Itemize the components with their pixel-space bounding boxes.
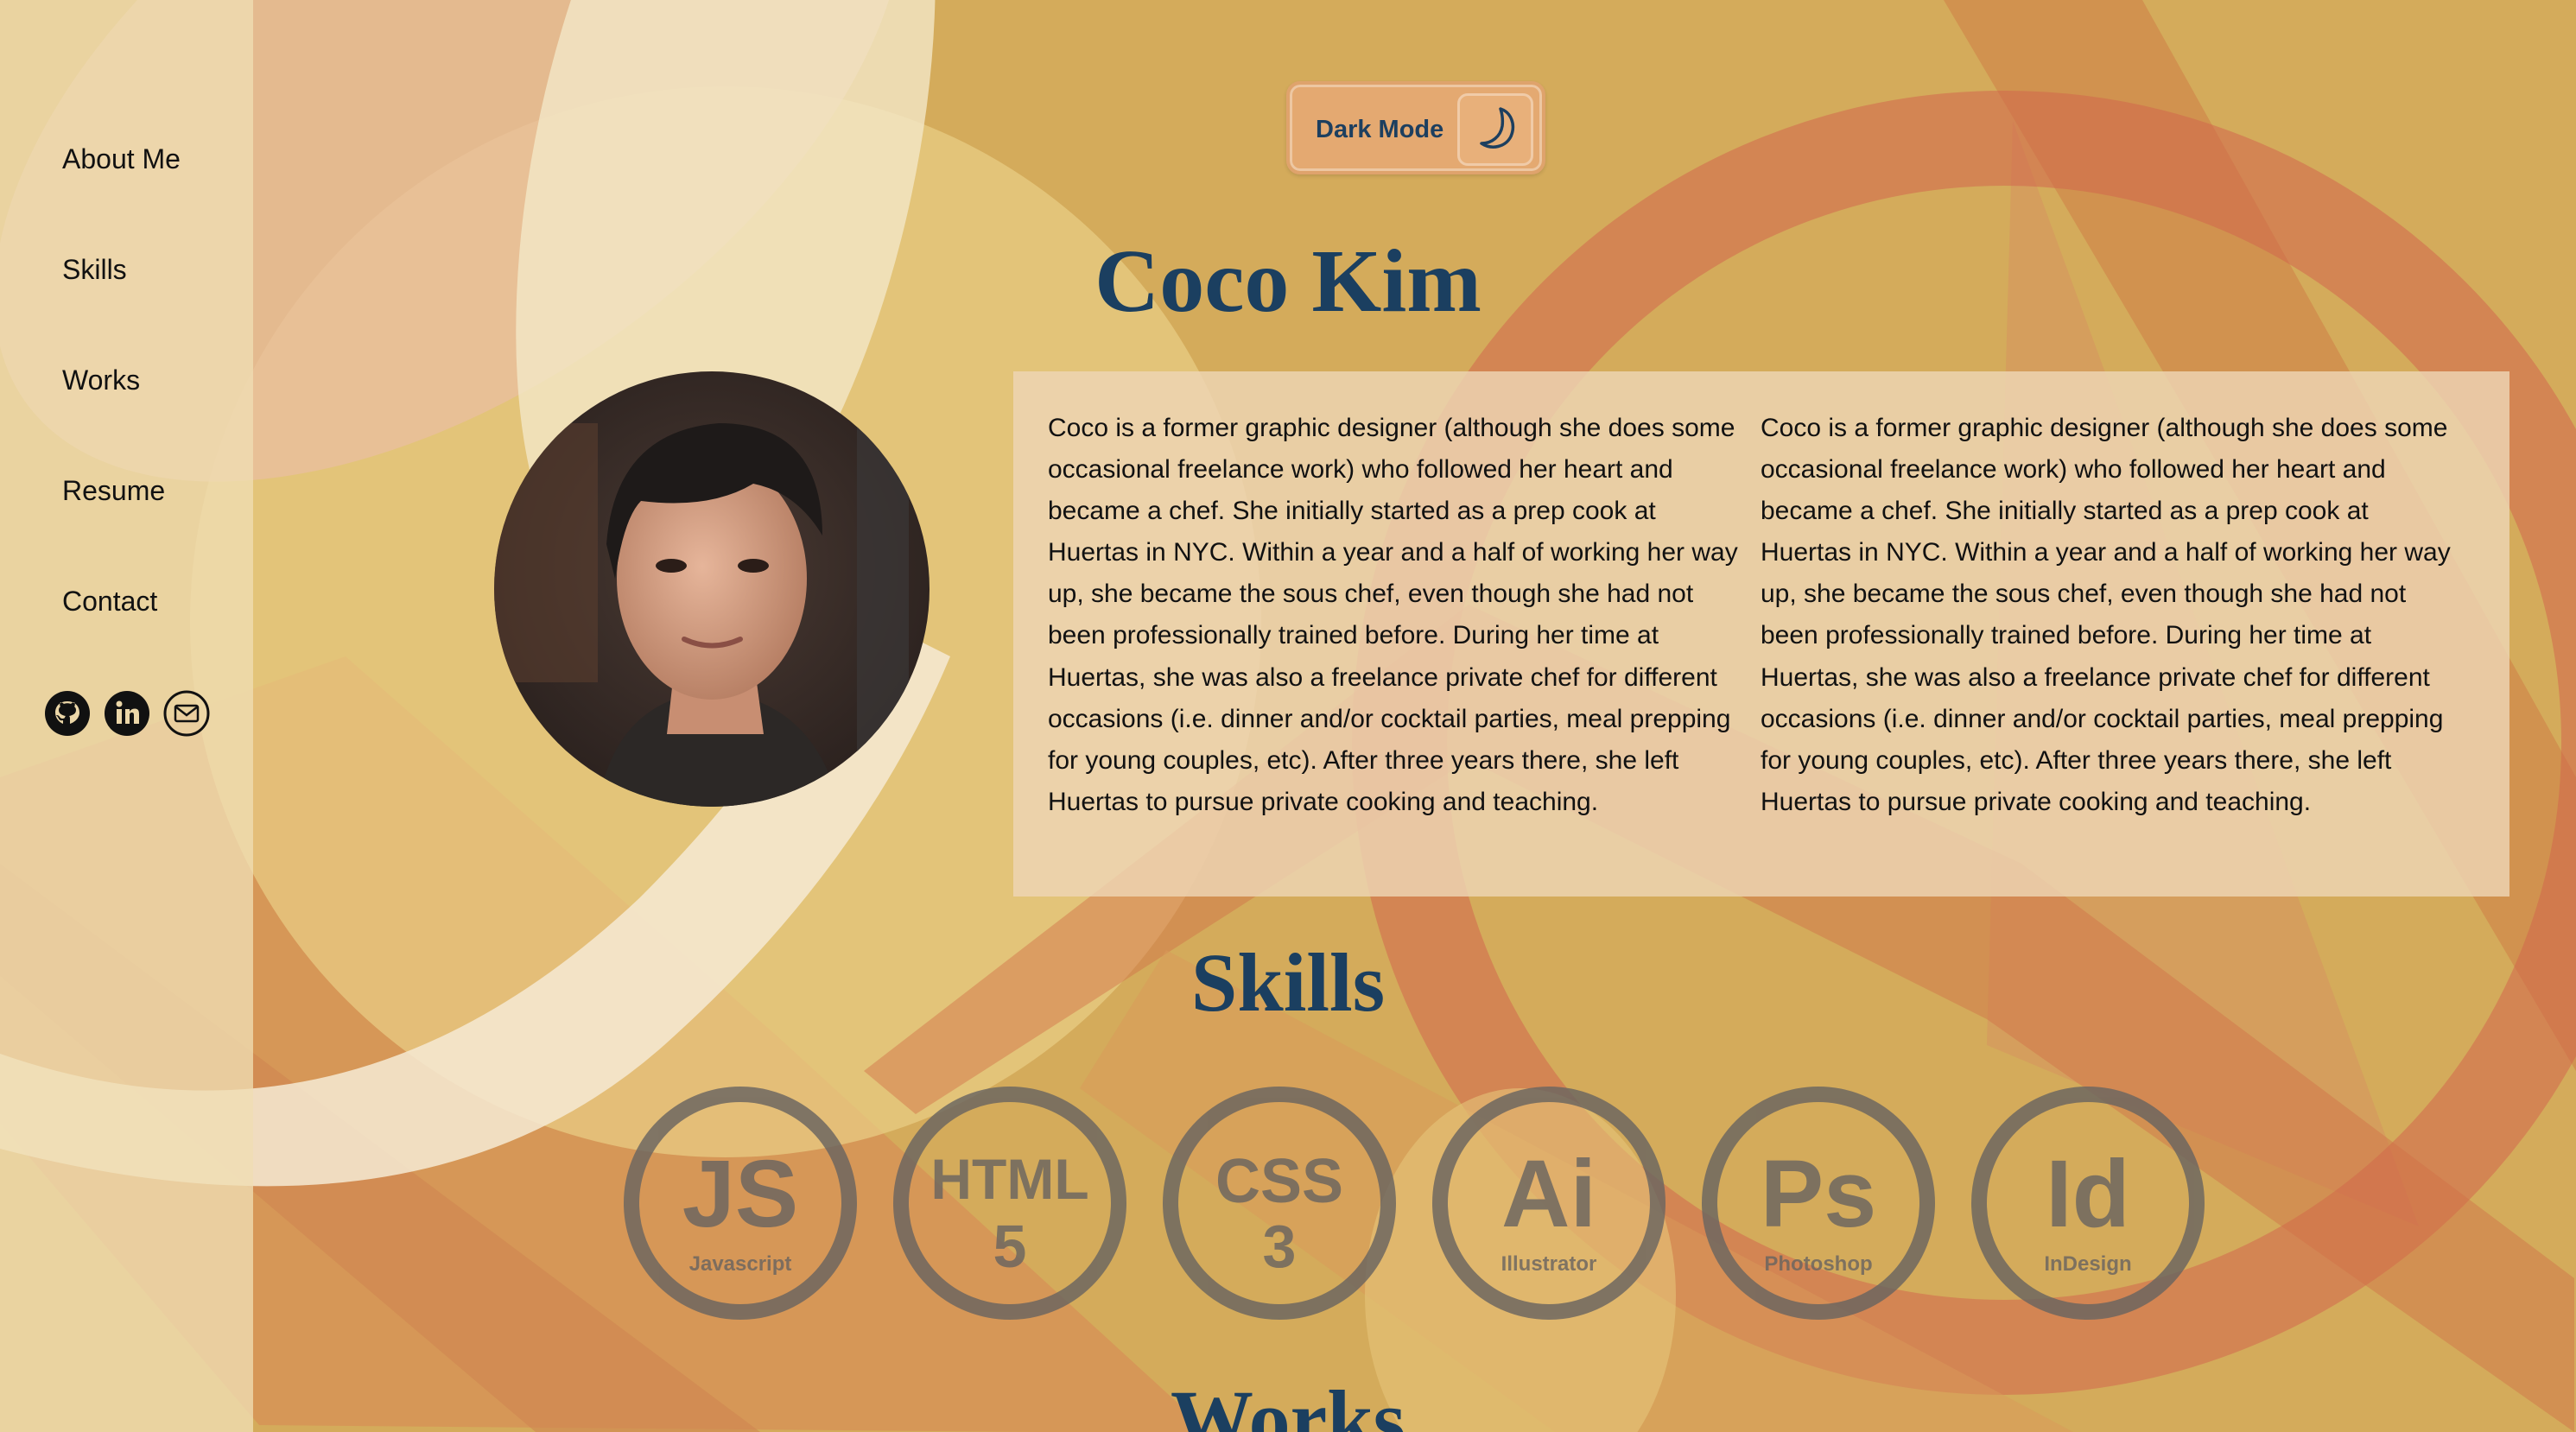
skill-abbr: Ps	[1760, 1141, 1877, 1247]
sidebar: About Me Skills Works Resume Contact	[0, 0, 253, 1432]
bio-text: Coco is a former graphic designer (altho…	[1048, 414, 1738, 816]
nav-works[interactable]: Works	[62, 364, 140, 396]
page-title: Coco Kim	[1094, 231, 1482, 331]
skill-version: 5	[993, 1213, 1027, 1280]
skill-javascript-icon: JS Javascript	[624, 1087, 857, 1320]
skill-version: 3	[1262, 1213, 1297, 1280]
github-icon[interactable]	[43, 689, 92, 738]
skill-abbr: HTML	[930, 1147, 1089, 1211]
skill-name: Illustrator	[1501, 1252, 1597, 1276]
portfolio-page: About Me Skills Works Resume Contact Dar…	[0, 0, 2576, 1432]
about-me-section: Coco is a former graphic designer (altho…	[1013, 371, 2509, 897]
moon-icon	[1480, 107, 1515, 149]
skill-name: InDesign	[2044, 1252, 2132, 1276]
nav-contact[interactable]: Contact	[62, 586, 157, 618]
email-icon[interactable]	[162, 689, 211, 738]
skill-abbr: Id	[2046, 1141, 2130, 1247]
nav-resume[interactable]: Resume	[62, 475, 165, 507]
skill-abbr: JS	[682, 1141, 799, 1247]
dark-mode-label: Dark Mode	[1316, 116, 1444, 143]
skill-name: Photoshop	[1764, 1252, 1873, 1276]
skill-illustrator-icon: Ai Illustrator	[1432, 1087, 1666, 1320]
moon-icon-box	[1457, 93, 1533, 166]
avatar	[494, 371, 930, 807]
skills-heading: Skills	[1190, 936, 1386, 1029]
nav-about-me[interactable]: About Me	[62, 143, 181, 175]
skill-photoshop-icon: Ps Photoshop	[1702, 1087, 1935, 1320]
works-heading: Works	[1170, 1373, 1406, 1432]
linkedin-icon[interactable]	[103, 689, 151, 738]
skill-abbr: CSS	[1215, 1147, 1344, 1216]
profile-photo	[494, 371, 930, 807]
skill-css3-icon: CSS 3	[1163, 1087, 1396, 1320]
skill-abbr: Ai	[1501, 1141, 1596, 1247]
skill-html5-icon: HTML 5	[893, 1087, 1126, 1320]
bio-text-repeat: Coco is a former graphic designer (altho…	[1761, 414, 2451, 816]
skill-name: Javascript	[688, 1252, 792, 1276]
skill-indesign-icon: Id InDesign	[1971, 1087, 2205, 1320]
dark-mode-toggle[interactable]: Dark Mode	[1286, 81, 1545, 174]
